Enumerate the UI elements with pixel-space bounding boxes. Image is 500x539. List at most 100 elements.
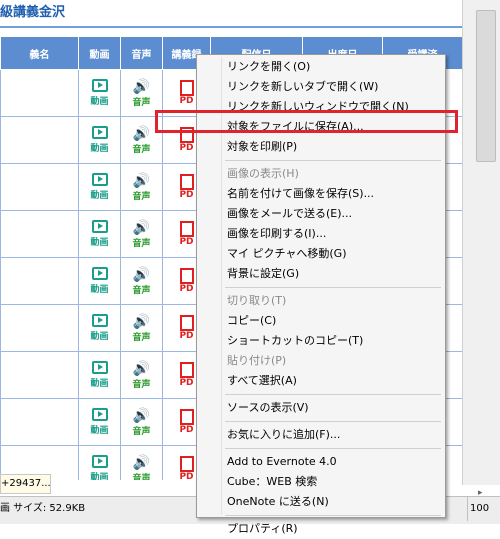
- status-text: 画 サイズ: 52.9KB: [0, 503, 86, 514]
- video-link[interactable]: 動画: [80, 267, 120, 295]
- context-menu-item[interactable]: OneNote に送る(N): [197, 492, 445, 512]
- pdf-label: PD: [179, 378, 194, 388]
- video-icon: [91, 126, 108, 139]
- video-link[interactable]: 動画: [80, 220, 120, 248]
- pdf-icon: [179, 315, 194, 331]
- menu-separator: [225, 421, 441, 422]
- context-menu-item[interactable]: Add to Evernote 4.0: [197, 452, 445, 472]
- speaker-icon: 🔊: [132, 313, 151, 330]
- context-menu-item[interactable]: マイ ピクチャへ移動(G): [197, 244, 445, 264]
- speaker-icon: 🔊: [132, 407, 151, 424]
- video-label: 動画: [90, 332, 109, 342]
- context-menu-item[interactable]: 貼り付け(P): [197, 351, 445, 371]
- video-link[interactable]: 動画: [80, 455, 120, 480]
- video-label: 動画: [90, 379, 109, 389]
- context-menu-item[interactable]: リンクを新しいタブで開く(W): [197, 77, 445, 97]
- audio-link[interactable]: 🔊 音声: [122, 313, 162, 343]
- speaker-icon: 🔊: [132, 219, 151, 236]
- audio-cell: 🔊 音声: [120, 304, 163, 352]
- audio-link[interactable]: 🔊 音声: [122, 219, 162, 249]
- audio-label: 音声: [132, 332, 151, 343]
- audio-link[interactable]: 🔊 音声: [122, 360, 162, 390]
- lecture-name-cell: [0, 304, 79, 352]
- context-menu-item[interactable]: 切り取り(T): [197, 291, 445, 311]
- header-audio: 音声: [120, 36, 163, 70]
- header-video: 動画: [78, 36, 121, 70]
- video-label: 動画: [90, 144, 109, 154]
- video-cell: 動画: [78, 210, 121, 258]
- audio-link[interactable]: 🔊 音声: [122, 267, 162, 296]
- context-menu-item[interactable]: 画像を印刷する(I)...: [197, 224, 445, 244]
- video-icon: [91, 408, 108, 421]
- pdf-label: PD: [179, 472, 194, 480]
- audio-label: 音声: [132, 285, 151, 296]
- pdf-label: PD: [179, 190, 194, 200]
- audio-link[interactable]: 🔊 音声: [122, 173, 162, 202]
- speaker-icon: 🔊: [132, 360, 151, 377]
- video-link[interactable]: 動画: [80, 314, 120, 342]
- context-menu-item[interactable]: ソースの表示(V): [197, 398, 445, 418]
- scrollbar-thumb[interactable]: [476, 10, 496, 162]
- context-menu-item[interactable]: お気に入りに追加(F)...: [197, 425, 445, 445]
- audio-cell: 🔊 音声: [120, 163, 163, 211]
- video-cell: 動画: [78, 69, 121, 117]
- context-menu-item[interactable]: Cube：WEB 検索: [197, 472, 445, 492]
- video-icon: [91, 173, 108, 186]
- context-menu-item[interactable]: 画像の表示(H): [197, 164, 445, 184]
- audio-label: 音声: [132, 144, 151, 155]
- pdf-label: PD: [179, 96, 194, 106]
- lecture-name-cell: [0, 69, 79, 117]
- header-lecture-name: 義名: [0, 36, 79, 70]
- audio-cell: 🔊 音声: [120, 398, 163, 446]
- menu-separator: [225, 515, 441, 516]
- video-label: 動画: [90, 191, 109, 201]
- menu-separator: [225, 394, 441, 395]
- video-icon: [91, 314, 108, 327]
- video-link[interactable]: 動画: [80, 126, 120, 154]
- video-link[interactable]: 動画: [80, 408, 120, 436]
- video-label: 動画: [90, 97, 109, 107]
- pdf-icon: [179, 174, 194, 190]
- pdf-icon: [179, 221, 194, 237]
- video-cell: 動画: [78, 304, 121, 352]
- speaker-icon: 🔊: [132, 125, 151, 142]
- pdf-icon: [179, 409, 194, 425]
- page-title: 級講義金沢: [0, 0, 462, 28]
- context-menu-item[interactable]: コピー(C): [197, 311, 445, 331]
- video-label: 動画: [90, 473, 109, 480]
- audio-link[interactable]: 🔊 音声: [122, 407, 162, 437]
- video-cell: 動画: [78, 257, 121, 305]
- pdf-label: PD: [179, 237, 194, 247]
- video-link[interactable]: 動画: [80, 79, 120, 107]
- video-link[interactable]: 動画: [80, 173, 120, 201]
- context-menu-item[interactable]: ショートカットのコピー(T): [197, 331, 445, 351]
- lecture-name-cell: [0, 210, 79, 258]
- zoom-level[interactable]: 100: [467, 497, 500, 521]
- audio-link[interactable]: 🔊 音声: [122, 79, 162, 108]
- pdf-label: PD: [179, 425, 194, 435]
- context-menu-item[interactable]: 対象を印刷(P): [197, 137, 445, 157]
- video-label: 動画: [90, 238, 109, 248]
- lecture-name-cell: [0, 351, 79, 399]
- pdf-label: PD: [179, 284, 194, 294]
- context-menu-item[interactable]: すべて選択(A): [197, 371, 445, 391]
- audio-label: 音声: [132, 473, 151, 481]
- speaker-icon: 🔊: [132, 454, 151, 471]
- video-link[interactable]: 動画: [80, 361, 120, 389]
- context-menu-item[interactable]: 画像をメールで送る(E)...: [197, 204, 445, 224]
- video-cell: 動画: [78, 163, 121, 211]
- audio-cell: 🔊 音声: [120, 210, 163, 258]
- video-label: 動画: [90, 285, 109, 295]
- video-cell: 動画: [78, 116, 121, 164]
- lecture-name-cell: [0, 163, 79, 211]
- audio-link[interactable]: 🔊 音声: [122, 454, 162, 481]
- pdf-label: PD: [179, 331, 194, 341]
- video-cell: 動画: [78, 398, 121, 446]
- audio-cell: 🔊 音声: [120, 257, 163, 305]
- menu-separator: [225, 448, 441, 449]
- context-menu-item[interactable]: 背景に設定(G): [197, 264, 445, 284]
- video-icon: [91, 79, 108, 92]
- context-menu-item[interactable]: プロパティ(R): [197, 519, 445, 539]
- context-menu-item[interactable]: リンクを開く(O): [197, 57, 445, 77]
- context-menu-item[interactable]: 名前を付けて画像を保存(S)...: [197, 184, 445, 204]
